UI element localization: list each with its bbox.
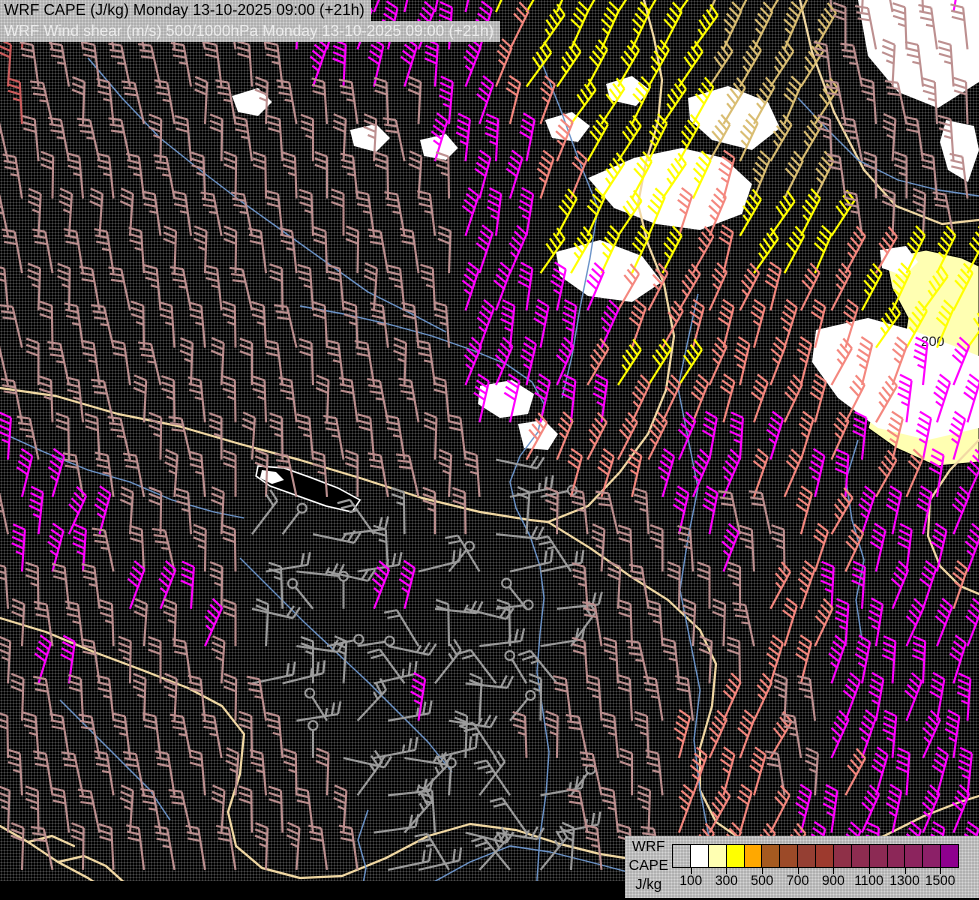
wind-barbs-layer	[0, 0, 979, 870]
colorbar-cell-10	[852, 845, 870, 867]
colorbar-cell-13	[905, 845, 923, 867]
colorbar-cell-9	[834, 845, 852, 867]
colorbar-tick-label: 500	[751, 873, 774, 888]
colorbar-cell-5	[762, 845, 780, 867]
colorbar-cell-6	[780, 845, 798, 867]
cape-colorbar	[672, 844, 959, 868]
colorbar-tick-label: 100	[680, 873, 703, 888]
legend-label: WRF CAPE J/kg	[625, 838, 672, 895]
legend-label-line1: WRF	[625, 838, 672, 857]
colorbar-cell-2	[709, 845, 727, 867]
map-title-cape: WRF CAPE (J/kg) Monday 13-10-2025 09:00 …	[0, 0, 371, 21]
colorbar-tick-label: 300	[715, 873, 738, 888]
colorbar-cell-12	[888, 845, 906, 867]
colorbar-tick-label: 1300	[890, 873, 920, 888]
colorbar-cell-14	[923, 845, 941, 867]
colorbar-tick-label: 900	[822, 873, 845, 888]
weather-map-canvas: 200	[0, 0, 979, 900]
map-title-wind-shear: WRF Wind shear (m/s) 500/1000hPa Monday …	[0, 21, 500, 42]
colorbar-cell-15	[941, 845, 958, 867]
colorbar-cell-0	[673, 845, 691, 867]
cape-colorbar-legend: WRF CAPE J/kg 100 300 500 700 900 1100 1300 150…	[625, 836, 979, 898]
colorbar-tick-label: 700	[786, 873, 809, 888]
colorbar-cell-7	[798, 845, 816, 867]
colorbar-tick-label: 1100	[854, 873, 883, 888]
rivers-layer	[0, 58, 979, 900]
colorbar-cell-4	[745, 845, 763, 867]
colorbar-cell-11	[870, 845, 888, 867]
legend-label-line3: J/kg	[625, 876, 672, 895]
colorbar-cell-3	[727, 845, 745, 867]
colorbar-tick-label: 1500	[925, 873, 955, 888]
colorbar-cell-1	[691, 845, 709, 867]
colorbar-cell-8	[816, 845, 834, 867]
legend-label-line2: CAPE	[625, 857, 672, 876]
